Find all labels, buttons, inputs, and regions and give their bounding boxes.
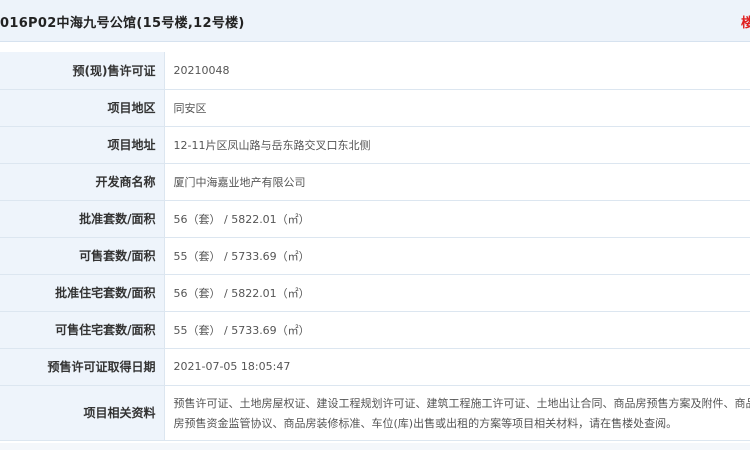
table-row: 开发商名称 厦门中海嘉业地产有限公司	[0, 163, 750, 201]
spacer	[0, 42, 750, 52]
field-value-address: 12-11片区凤山路与岳东路交叉口东北侧	[164, 126, 750, 164]
bottom-strip	[0, 443, 750, 450]
table-row: 批准住宅套数/面积 56（套） / 5822.01（㎡）	[0, 274, 750, 312]
field-label-related-docs: 项目相关资料	[0, 385, 165, 441]
field-value-permit-date: 2021-07-05 18:05:47	[164, 348, 750, 386]
field-label-presale-permit: 预(现)售许可证	[0, 52, 165, 90]
field-value-district: 同安区	[164, 89, 750, 127]
table-row: 项目地区 同安区	[0, 89, 750, 127]
field-value-developer: 厦门中海嘉业地产有限公司	[164, 163, 750, 201]
project-title: 016P02中海九号公馆(15号楼,12号楼)	[0, 16, 245, 31]
field-value-related-docs: 预售许可证、土地房屋权证、建设工程规划许可证、建筑工程施工许可证、土地出让合同、…	[164, 385, 750, 441]
table-row: 可售套数/面积 55（套） / 5733.69（㎡）	[0, 237, 750, 275]
field-value-approved-residential: 56（套） / 5822.01（㎡）	[164, 274, 750, 312]
table-row: 预售许可证取得日期 2021-07-05 18:05:47	[0, 348, 750, 386]
project-info-table: 预(现)售许可证 20210048 项目地区 同安区 项目地址 12-11片区凤…	[0, 52, 750, 441]
field-value-saleable-units: 55（套） / 5733.69（㎡）	[164, 237, 750, 275]
field-label-saleable-units: 可售套数/面积	[0, 237, 165, 275]
field-label-saleable-residential: 可售住宅套数/面积	[0, 311, 165, 349]
field-label-developer: 开发商名称	[0, 163, 165, 201]
table-row: 可售住宅套数/面积 55（套） / 5733.69（㎡）	[0, 311, 750, 349]
project-detail-page: 016P02中海九号公馆(15号楼,12号楼) 楼 预(现)售许可证 20210…	[0, 0, 750, 450]
table-row: 项目相关资料 预售许可证、土地房屋权证、建设工程规划许可证、建筑工程施工许可证、…	[0, 385, 750, 441]
field-label-approved-units: 批准套数/面积	[0, 200, 165, 238]
field-label-permit-date: 预售许可证取得日期	[0, 348, 165, 386]
field-value-approved-units: 56（套） / 5822.01（㎡）	[164, 200, 750, 238]
field-label-approved-residential: 批准住宅套数/面积	[0, 274, 165, 312]
table-row: 批准套数/面积 56（套） / 5822.01（㎡）	[0, 200, 750, 238]
title-bar: 016P02中海九号公馆(15号楼,12号楼) 楼	[0, 0, 750, 42]
building-link[interactable]: 楼	[741, 12, 750, 31]
table-row: 预(现)售许可证 20210048	[0, 52, 750, 90]
field-label-address: 项目地址	[0, 126, 165, 164]
field-label-district: 项目地区	[0, 89, 165, 127]
field-value-saleable-residential: 55（套） / 5733.69（㎡）	[164, 311, 750, 349]
field-value-presale-permit: 20210048	[164, 52, 750, 90]
table-row: 项目地址 12-11片区凤山路与岳东路交叉口东北侧	[0, 126, 750, 164]
